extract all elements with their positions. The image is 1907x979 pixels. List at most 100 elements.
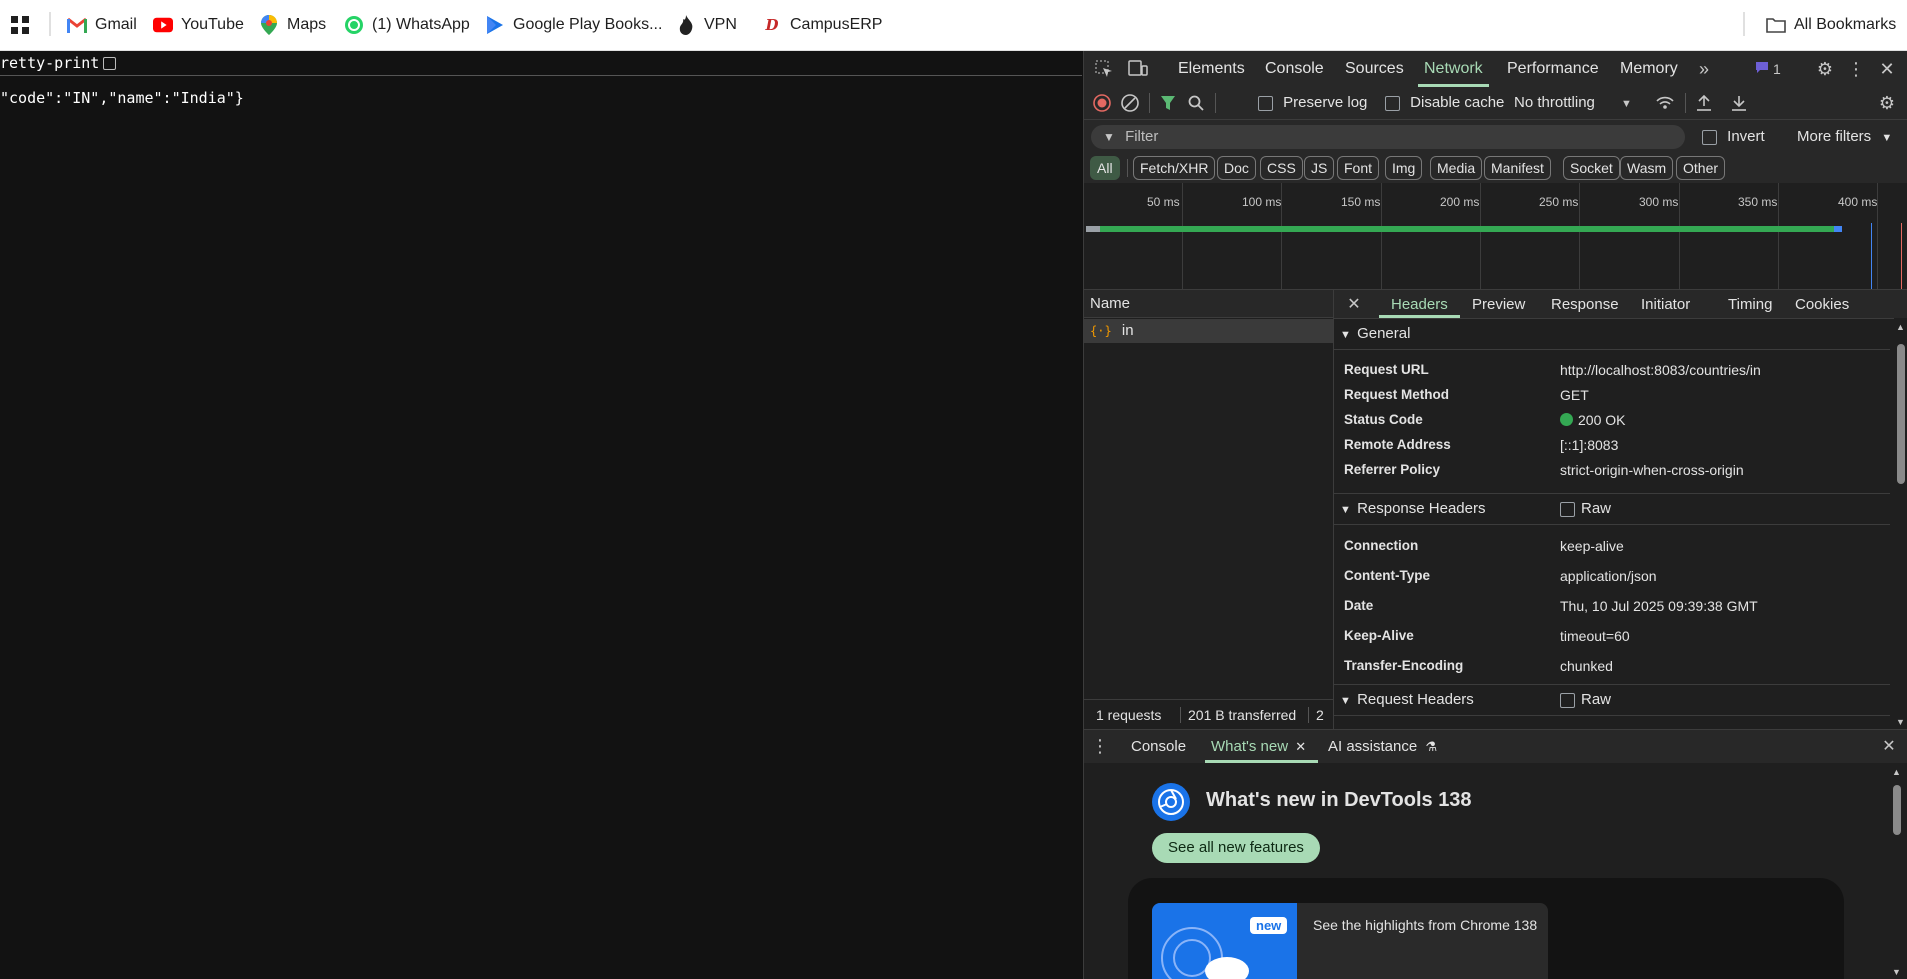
bookmark-label: (1) WhatsApp <box>372 16 470 33</box>
detail-scrollbar[interactable]: ▲ ▼ <box>1894 318 1907 729</box>
type-filter-wasm[interactable]: Wasm <box>1620 156 1674 180</box>
type-filter-doc[interactable]: Doc <box>1217 156 1256 180</box>
drawer-tab-console[interactable]: Console <box>1131 730 1186 763</box>
tab-timing[interactable]: Timing <box>1728 290 1772 318</box>
tab-memory[interactable]: Memory <box>1620 51 1678 87</box>
bookmark-whatsapp[interactable]: (1) WhatsApp <box>344 0 470 50</box>
request-row[interactable]: {·} in <box>1084 319 1333 343</box>
bookmark-maps[interactable]: Maps <box>259 0 326 50</box>
close-tab-icon[interactable]: ✕ <box>1295 739 1306 754</box>
bookmark-campuserp[interactable]: D CampusERP <box>762 0 882 50</box>
drawer-tab-ai-assistance[interactable]: AI assistance ⚗ <box>1328 730 1437 763</box>
inspect-element-icon[interactable] <box>1094 59 1114 79</box>
clear-icon[interactable] <box>1120 93 1140 113</box>
settings-gear-icon[interactable]: ⚙ <box>1815 59 1835 79</box>
timeline-tick-label: 50 ms <box>1147 195 1180 209</box>
tab-network[interactable]: Network <box>1418 51 1489 87</box>
search-icon[interactable] <box>1186 93 1206 113</box>
network-overview-timeline[interactable]: 50 ms 100 ms 150 ms 200 ms 250 ms 300 ms… <box>1084 183 1907 290</box>
tab-cookies[interactable]: Cookies <box>1795 290 1849 318</box>
type-filter-socket[interactable]: Socket <box>1563 156 1620 180</box>
record-stop-icon[interactable] <box>1092 93 1112 113</box>
tab-response[interactable]: Response <box>1551 290 1619 318</box>
filter-input[interactable]: ▼ Filter <box>1091 125 1685 149</box>
bookmark-vpn[interactable]: VPN <box>676 0 737 50</box>
raw-checkbox[interactable] <box>1560 692 1575 708</box>
type-filter-manifest[interactable]: Manifest <box>1484 156 1551 180</box>
request-detail-pane: ✕ Headers Preview Response Initiator Tim… <box>1334 290 1907 729</box>
disable-cache-checkbox[interactable] <box>1385 95 1400 111</box>
all-bookmarks-button[interactable]: All Bookmarks <box>1766 0 1896 50</box>
preserve-log-toggle[interactable]: Preserve log <box>1258 93 1367 113</box>
json-response-text: "code":"IN","name":"India"} <box>0 89 244 107</box>
more-filters-dropdown[interactable]: More filters ▼ <box>1797 127 1892 147</box>
tab-preview[interactable]: Preview <box>1472 290 1525 318</box>
drawer-menu-kebab-icon[interactable]: ⋮ <box>1091 736 1109 756</box>
close-detail-icon[interactable]: ✕ <box>1344 294 1364 314</box>
type-filter-img[interactable]: Img <box>1385 156 1423 180</box>
issues-button[interactable]: 1 <box>1755 59 1781 79</box>
type-filter-media[interactable]: Media <box>1430 156 1483 180</box>
network-conditions-icon[interactable] <box>1655 93 1675 113</box>
scrollbar-thumb[interactable] <box>1893 785 1901 835</box>
invert-toggle[interactable]: Invert <box>1702 127 1765 147</box>
drawer-tab-label: What's new <box>1211 738 1289 755</box>
scroll-up-arrow-icon[interactable]: ▲ <box>1896 322 1905 332</box>
raw-checkbox[interactable] <box>1560 501 1575 517</box>
kebab-menu-icon[interactable]: ⋮ <box>1847 59 1865 79</box>
tab-initiator[interactable]: Initiator <box>1641 290 1690 318</box>
drawer-tab-whats-new[interactable]: What's new ✕ <box>1204 730 1319 763</box>
type-filter-all[interactable]: All <box>1090 156 1120 180</box>
general-section-header[interactable]: ▼ General <box>1334 319 1890 350</box>
highlights-banner[interactable]: new See the highlights from Chrome 138 <box>1152 903 1548 979</box>
throttling-select[interactable]: No throttling ▼ <box>1514 93 1632 113</box>
tab-console[interactable]: Console <box>1265 51 1324 87</box>
campuserp-icon: D <box>765 16 779 34</box>
device-toolbar-icon[interactable] <box>1128 59 1148 79</box>
network-settings-gear-icon[interactable]: ⚙ <box>1877 93 1897 113</box>
raw-toggle[interactable]: Raw <box>1560 494 1611 524</box>
close-drawer-icon[interactable]: ✕ <box>1879 736 1899 756</box>
bookmark-play-books[interactable]: Google Play Books... <box>485 0 662 50</box>
response-headers-section-header[interactable]: ▼ Response Headers Raw <box>1334 493 1890 525</box>
type-filter-other[interactable]: Other <box>1676 156 1726 180</box>
highlights-card[interactable]: new See the highlights from Chrome 138 <box>1128 878 1844 979</box>
more-tabs-chevron-icon[interactable]: » <box>1694 59 1714 79</box>
timeline-queue-bar <box>1086 226 1100 232</box>
import-har-icon[interactable] <box>1694 93 1714 113</box>
type-filter-js[interactable]: JS <box>1304 156 1335 180</box>
drawer-scrollbar[interactable]: ▲ ▼ <box>1890 763 1904 979</box>
drawer-tabbar: ⋮ Console What's new ✕ AI assistance ⚗ ✕ <box>1084 729 1907 764</box>
name-column-header[interactable]: Name <box>1084 290 1333 318</box>
apps-grid-icon[interactable] <box>10 0 30 50</box>
scroll-down-arrow-icon[interactable]: ▼ <box>1896 717 1905 727</box>
filter-row: ▼ Filter Invert More filters ▼ <box>1084 120 1907 153</box>
filter-funnel-icon[interactable] <box>1158 93 1178 113</box>
header-key: Request Method <box>1344 387 1450 402</box>
bookmark-youtube[interactable]: YouTube <box>153 0 244 50</box>
invert-checkbox[interactable] <box>1702 129 1717 145</box>
raw-toggle[interactable]: Raw <box>1560 685 1611 715</box>
type-filter-fetch-xhr[interactable]: Fetch/XHR <box>1133 156 1216 180</box>
tab-performance[interactable]: Performance <box>1507 51 1599 87</box>
tab-elements[interactable]: Elements <box>1178 51 1245 87</box>
tab-sources[interactable]: Sources <box>1345 51 1404 87</box>
scroll-up-arrow-icon[interactable]: ▲ <box>1892 767 1901 777</box>
see-all-features-button[interactable]: See all new features <box>1152 833 1320 863</box>
export-har-icon[interactable] <box>1729 93 1749 113</box>
chevron-down-icon: ▼ <box>1621 98 1632 110</box>
scrollbar-thumb[interactable] <box>1897 344 1905 484</box>
timeline-tick-label: 400 ms <box>1838 195 1878 209</box>
type-filter-font[interactable]: Font <box>1337 156 1380 180</box>
bookmark-gmail[interactable]: Gmail <box>67 0 137 50</box>
header-value: keep-alive <box>1560 538 1624 554</box>
type-filter-css[interactable]: CSS <box>1260 156 1303 180</box>
request-headers-section-header[interactable]: ▼ Request Headers Raw <box>1334 684 1890 716</box>
scroll-down-arrow-icon[interactable]: ▼ <box>1892 967 1901 977</box>
disable-cache-toggle[interactable]: Disable cache <box>1385 93 1504 113</box>
network-summary-bar: 1 requests 201 B transferred 2 <box>1084 699 1333 730</box>
tab-headers[interactable]: Headers <box>1379 290 1460 318</box>
pretty-print-checkbox[interactable] <box>103 57 117 70</box>
close-devtools-icon[interactable]: ✕ <box>1877 59 1897 79</box>
preserve-log-checkbox[interactable] <box>1258 95 1273 111</box>
